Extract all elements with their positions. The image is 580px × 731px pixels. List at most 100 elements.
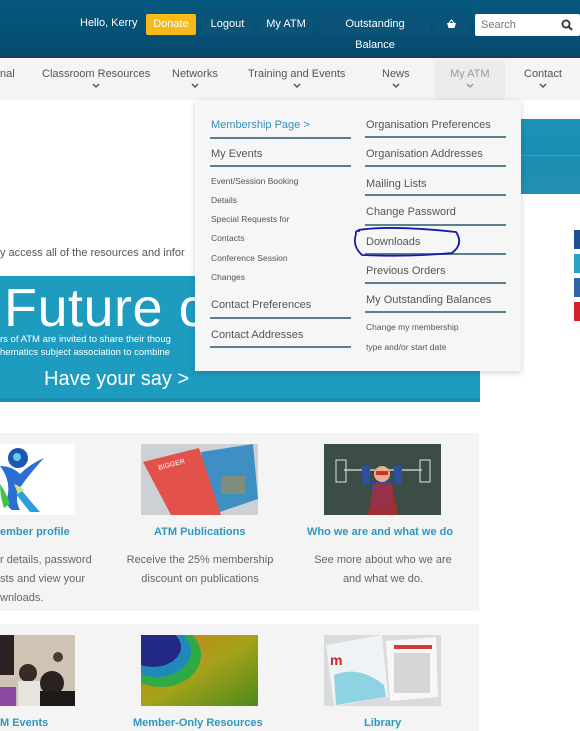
nav-item-classroom-resources[interactable]: Classroom Resources xyxy=(42,68,150,89)
nav-item-news[interactable]: News xyxy=(382,68,410,89)
card-desc-who-we-are: See more about who we are and what we do… xyxy=(304,551,462,589)
facebook-icon[interactable] xyxy=(574,230,580,249)
menu-divider xyxy=(365,194,506,196)
nav-label: nal xyxy=(0,68,15,80)
banner-text-line-2: hematics subject association to combine xyxy=(0,347,171,358)
cards-row-2: m M Events Member-Only Resources Library xyxy=(0,624,479,731)
nav-item-contact[interactable]: Contact xyxy=(524,68,562,89)
menu-subitem-change-membership[interactable]: Change my membership xyxy=(366,322,459,332)
nav-label: Networks xyxy=(172,68,218,80)
menu-item-downloads[interactable]: Downloads xyxy=(366,236,420,248)
menu-divider xyxy=(365,165,506,167)
who-we-are-image[interactable] xyxy=(324,444,441,515)
linkedin-icon[interactable] xyxy=(574,278,580,297)
desc-line: and what we do. xyxy=(342,573,424,585)
svg-text:m: m xyxy=(330,652,342,668)
menu-item-contact-preferences[interactable]: Contact Preferences xyxy=(211,299,311,311)
have-your-say-link[interactable]: Have your say > xyxy=(44,368,189,391)
card-title-member-only-resources[interactable]: Member-Only Resources xyxy=(133,717,263,729)
side-teal-block xyxy=(520,119,580,194)
member-only-resources-image[interactable] xyxy=(141,635,258,706)
menu-item-organisation-addresses[interactable]: Organisation Addresses xyxy=(366,148,483,160)
menu-subitem-special-requests-contacts[interactable]: Contacts xyxy=(211,233,245,243)
nav-item-my-atm[interactable]: My ATM xyxy=(450,68,490,89)
chevron-down-icon xyxy=(539,83,547,89)
atm-publications-image[interactable]: BIGGER xyxy=(141,444,258,515)
desc-line: wnloads. xyxy=(0,592,44,604)
card-desc-atm-publications: Receive the 25% membership discount on p… xyxy=(121,551,279,589)
menu-item-contact-addresses[interactable]: Contact Addresses xyxy=(211,329,303,341)
banner-headline: Future c xyxy=(4,278,207,338)
search-input[interactable] xyxy=(475,14,553,36)
greeting-text: Hello, Kerry xyxy=(80,17,138,29)
logout-button[interactable]: Logout xyxy=(203,14,252,35)
menu-subitem-conference-session-changes[interactable]: Changes xyxy=(211,272,245,282)
nav-label: Classroom Resources xyxy=(42,68,151,80)
library-image[interactable]: m xyxy=(324,635,441,706)
menu-subitem-change-membership-date[interactable]: type and/or start date xyxy=(366,342,446,352)
menu-divider xyxy=(365,136,506,138)
menu-subitem-event-session-booking-details[interactable]: Details xyxy=(211,195,237,205)
menu-divider xyxy=(365,282,506,284)
cards-row-1: BIGGER ember profile ATM Publications Wh… xyxy=(0,433,479,611)
card-title-who-we-are[interactable]: Who we are and what we do xyxy=(307,526,453,538)
chevron-down-icon xyxy=(293,83,301,89)
card-title-atm-events[interactable]: M Events xyxy=(0,717,48,729)
menu-divider xyxy=(365,253,506,255)
menu-item-my-outstanding-balances[interactable]: My Outstanding Balances xyxy=(366,294,491,306)
journal-icon: m xyxy=(324,635,441,706)
nav-item-professional[interactable]: nal xyxy=(0,68,15,80)
atm-events-image[interactable] xyxy=(0,635,75,706)
nav-item-training-and-events[interactable]: Training and Events xyxy=(248,68,345,89)
menu-item-membership-page[interactable]: Membership Page > xyxy=(211,119,310,131)
desc-line: sts and view your xyxy=(0,573,85,585)
search-icon[interactable] xyxy=(561,19,573,31)
banner-text-line-1: rs of ATM are invited to share their tho… xyxy=(0,334,171,345)
menu-subitem-conference-session[interactable]: Conference Session xyxy=(211,253,288,263)
menu-item-mailing-lists[interactable]: Mailing Lists xyxy=(366,178,427,190)
my-atm-dropdown-menu: Membership Page > My Events Event/Sessio… xyxy=(195,100,521,371)
menu-item-change-password[interactable]: Change Password xyxy=(366,206,456,218)
menu-item-previous-orders[interactable]: Previous Orders xyxy=(366,265,445,277)
nav-label: Training and Events xyxy=(248,68,346,80)
menu-divider xyxy=(210,346,351,348)
donate-button[interactable]: Donate xyxy=(146,14,196,35)
chevron-down-icon xyxy=(466,83,474,89)
top-bar: Hello, Kerry Donate Logout My ATM Outsta… xyxy=(0,0,580,56)
card-title-member-profile[interactable]: ember profile xyxy=(0,526,70,538)
menu-divider xyxy=(365,311,506,313)
page: Hello, Kerry Donate Logout My ATM Outsta… xyxy=(0,0,580,731)
member-profile-image[interactable] xyxy=(0,444,75,515)
desc-line: See more about who we are xyxy=(314,554,452,566)
youtube-icon[interactable] xyxy=(574,302,580,321)
desc-line: r details, password xyxy=(0,554,92,566)
menu-divider xyxy=(210,165,351,167)
nav-item-networks[interactable]: Networks xyxy=(172,68,218,89)
superhero-icon xyxy=(324,444,441,515)
basket-button[interactable] xyxy=(436,14,467,35)
member-logo-icon xyxy=(0,448,44,512)
menu-subitem-event-session-booking[interactable]: Event/Session Booking xyxy=(211,176,298,186)
card-title-library[interactable]: Library xyxy=(364,717,401,729)
event-photo-icon xyxy=(0,635,75,706)
menu-subitem-special-requests[interactable]: Special Requests for xyxy=(211,214,289,224)
publications-icon: BIGGER xyxy=(141,444,258,515)
search-box xyxy=(475,14,580,36)
card-title-atm-publications[interactable]: ATM Publications xyxy=(154,526,245,538)
menu-divider xyxy=(365,224,506,226)
basket-icon xyxy=(447,19,456,28)
outstanding-balance-button[interactable]: Outstanding Balance xyxy=(320,14,430,51)
desc-line: discount on publications xyxy=(141,573,259,585)
menu-item-my-events[interactable]: My Events xyxy=(211,148,262,160)
chevron-down-icon xyxy=(392,83,400,89)
menu-item-organisation-preferences[interactable]: Organisation Preferences xyxy=(366,119,491,131)
nav-label: My ATM xyxy=(450,68,490,80)
menu-divider xyxy=(210,137,351,139)
peacock-feather-icon xyxy=(141,635,258,706)
chevron-down-icon xyxy=(92,83,100,89)
menu-divider xyxy=(210,317,351,319)
twitter-icon[interactable] xyxy=(574,254,580,273)
my-atm-button[interactable]: My ATM xyxy=(259,14,313,35)
main-nav: nal Classroom Resources Networks Trainin… xyxy=(0,56,580,102)
chevron-down-icon xyxy=(191,83,199,89)
